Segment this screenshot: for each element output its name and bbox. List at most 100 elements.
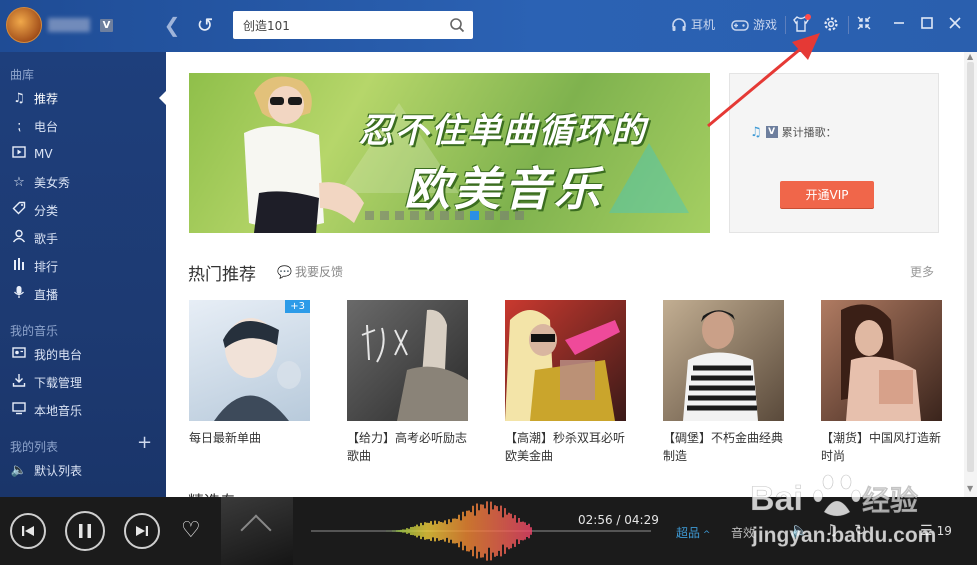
my-music-section-title: 我的音乐 xyxy=(10,324,59,338)
sidebar-item-label: 本地音乐 xyxy=(34,403,83,418)
play-queue-button[interactable]: ☰ 19 xyxy=(920,523,952,539)
waveform-bars xyxy=(370,501,532,561)
sidebar-item-local-music[interactable]: 本地音乐 xyxy=(0,397,166,423)
maximize-icon[interactable] xyxy=(917,15,937,35)
player-tools: 🔈 ♫ ↻ xyxy=(790,521,867,539)
add-list-icon[interactable]: + xyxy=(137,432,152,453)
play-count-row: ♫ V 累计播歌： xyxy=(750,124,837,140)
quality-label: 超品 xyxy=(676,526,701,540)
banner-dot[interactable] xyxy=(470,211,479,220)
toolbar-divider xyxy=(848,16,849,34)
sidebar-item-beauty-show[interactable]: ☆ 美女秀 xyxy=(0,169,166,195)
banner-subheadline: 欧美音乐 xyxy=(404,162,604,216)
sidebar-item-mv[interactable]: MV xyxy=(0,141,166,167)
banner-dot[interactable] xyxy=(455,211,464,220)
username-blurred[interactable] xyxy=(48,18,90,32)
scroll-down-icon[interactable]: ▼ xyxy=(967,484,973,493)
game-mode[interactable]: 游戏 xyxy=(731,16,777,34)
playlist-card[interactable]: 【给力】高考必听励志歌曲 xyxy=(347,300,468,465)
mic-icon xyxy=(10,285,28,303)
settings-gear-icon[interactable] xyxy=(821,15,841,35)
playlist-card[interactable]: +3 每日最新单曲 xyxy=(189,300,310,447)
sound-effect-button[interactable]: 音效 xyxy=(731,524,755,541)
banner-dot[interactable] xyxy=(395,211,404,220)
toolbar-divider xyxy=(785,16,786,34)
banner-dot[interactable] xyxy=(410,211,419,220)
banner-dot[interactable] xyxy=(425,211,434,220)
sidebar-item-label: 分类 xyxy=(34,203,59,218)
sidebar-item-category[interactable]: 分类 xyxy=(0,197,166,223)
pause-button[interactable] xyxy=(65,511,105,551)
lyrics-icon[interactable]: ♫ xyxy=(825,521,838,539)
music-note-icon: ♫ xyxy=(750,124,762,140)
scrollbar[interactable]: ▲ ▼ xyxy=(964,52,977,497)
sidebar-item-ranking[interactable]: 排行 xyxy=(0,253,166,279)
banner-dot[interactable] xyxy=(485,211,494,220)
cover-art xyxy=(505,310,620,421)
album-thumbnail[interactable] xyxy=(221,497,293,565)
close-icon[interactable] xyxy=(945,15,965,35)
playlist-caption[interactable]: 【高潮】秒杀双耳必听欧美金曲 xyxy=(505,429,630,465)
sidebar-item-singer[interactable]: 歌手 xyxy=(0,225,166,251)
sidebar-item-live[interactable]: 直播 xyxy=(0,281,166,307)
sidebar-item-recommend[interactable]: ♫ 推荐 xyxy=(0,85,166,111)
monitor-icon xyxy=(10,401,28,419)
previous-icon xyxy=(22,526,34,536)
playlist-caption[interactable]: 【给力】高考必听励志歌曲 xyxy=(347,429,472,465)
quality-selector[interactable]: 超品 ^ xyxy=(676,524,710,541)
banner-dot[interactable] xyxy=(515,211,524,220)
sidebar-item-label: 下载管理 xyxy=(34,375,83,390)
playlist-caption[interactable]: 每日最新单曲 xyxy=(189,429,314,447)
extra-count-badge: +3 xyxy=(285,300,310,313)
previous-track-button[interactable] xyxy=(10,513,46,549)
refresh-icon[interactable]: ↺ xyxy=(193,13,217,37)
headphone-mode[interactable]: 耳机 xyxy=(671,16,715,34)
main-content: 忍不住单曲循环的 欧美音乐 ♫ V 累计播歌： 开通VIP 热门推荐 💬 我要反… xyxy=(166,52,964,497)
promo-banner[interactable]: 忍不住单曲循环的 欧美音乐 xyxy=(189,73,710,233)
playlist-caption[interactable]: 【潮货】中国风打造新时尚 xyxy=(821,429,946,465)
playlist-cover[interactable] xyxy=(821,300,942,421)
playlist-card[interactable]: 【潮货】中国风打造新时尚 xyxy=(821,300,942,465)
scroll-thumb[interactable] xyxy=(967,62,974,472)
mini-mode-icon[interactable] xyxy=(854,15,874,35)
minimize-icon[interactable] xyxy=(889,15,909,35)
my-radio-icon xyxy=(10,346,28,362)
playlist-caption[interactable]: 【碉堡】不朽金曲经典制造 xyxy=(663,429,788,465)
banner-dot[interactable] xyxy=(365,211,374,220)
person-icon xyxy=(10,229,28,247)
playlist-cover[interactable] xyxy=(505,300,626,421)
library-section-title: 曲库 xyxy=(10,68,35,82)
tag-icon xyxy=(10,201,28,219)
playlist-card[interactable]: 【高潮】秒杀双耳必听欧美金曲 xyxy=(505,300,626,465)
sidebar-item-my-radio[interactable]: 我的电台 xyxy=(0,341,166,367)
user-avatar[interactable] xyxy=(6,7,42,43)
search-input[interactable] xyxy=(233,11,433,39)
back-arrow-icon[interactable]: ❮ xyxy=(160,13,184,37)
playlist-cover[interactable] xyxy=(663,300,784,421)
sidebar-item-radio[interactable]: ⁏ 电台 xyxy=(0,113,166,139)
next-track-button[interactable] xyxy=(124,513,160,549)
playlist-cover[interactable] xyxy=(347,300,468,421)
loop-icon[interactable]: ↻ xyxy=(854,521,867,539)
playlist-card[interactable]: 【碉堡】不朽金曲经典制造 xyxy=(663,300,784,465)
bars-icon xyxy=(10,257,28,275)
favorite-heart-icon[interactable]: ♡ xyxy=(181,518,201,543)
vip-badge[interactable]: V xyxy=(100,19,113,32)
scroll-up-icon[interactable]: ▲ xyxy=(967,52,973,61)
volume-icon[interactable]: 🔈 xyxy=(790,521,809,539)
more-link[interactable]: 更多 xyxy=(910,263,934,280)
sidebar-item-download[interactable]: 下载管理 xyxy=(0,369,166,395)
search-icon[interactable] xyxy=(449,17,465,33)
playlist-cover[interactable]: +3 xyxy=(189,300,310,421)
expand-chevron-icon[interactable] xyxy=(240,514,272,546)
game-label: 游戏 xyxy=(753,18,778,32)
music-note-icon: ♫ xyxy=(13,90,25,106)
banner-dot[interactable] xyxy=(380,211,389,220)
banner-dot[interactable] xyxy=(500,211,509,220)
feedback-link[interactable]: 💬 我要反馈 xyxy=(277,263,343,280)
queue-count: 19 xyxy=(936,524,952,538)
banner-dot[interactable] xyxy=(440,211,449,220)
waveform-progress[interactable] xyxy=(311,497,651,565)
sidebar-item-default-list[interactable]: 🔈 默认列表 xyxy=(0,457,166,483)
open-vip-button[interactable]: 开通VIP xyxy=(780,181,874,208)
